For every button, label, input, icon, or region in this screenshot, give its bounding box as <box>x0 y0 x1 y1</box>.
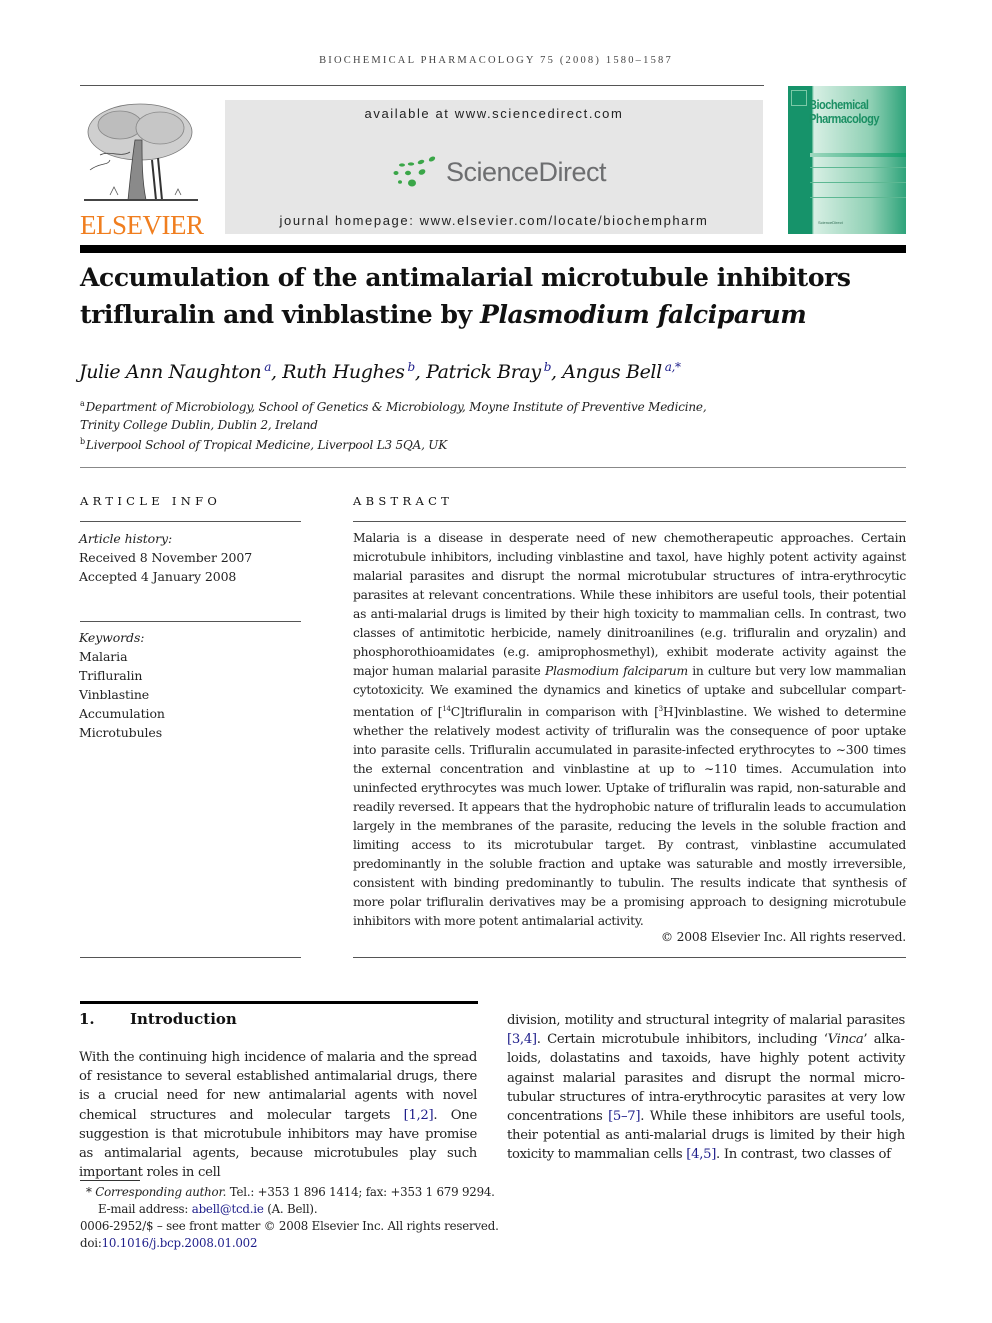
cover-bar <box>810 153 906 157</box>
running-head: BIOCHEMICAL PHARMACOLOGY 75 (2008) 1580–… <box>319 55 673 66</box>
footnote-rule <box>80 1180 140 1181</box>
body-text: . Certain microtubule inhibitors, includ… <box>536 1032 828 1048</box>
abstract-bottom-rule <box>353 957 906 958</box>
author-affiliation-mark[interactable]: a <box>264 360 271 374</box>
keyword: Trifluralin <box>79 668 143 683</box>
elsevier-wordmark: ELSEVIER <box>80 210 204 240</box>
citation-link[interactable]: [1,2] <box>404 1108 434 1123</box>
abstract-heading: ABSTRACT <box>353 494 454 508</box>
cover-footer: ScienceDirect <box>818 220 843 225</box>
title-line2: trifluralin and vinblastine by Plasmodiu… <box>80 300 807 329</box>
accepted-date: Accepted 4 January 2008 <box>79 569 237 584</box>
intro-column-left: With the continuing high incidence of ma… <box>79 1048 477 1182</box>
cover-publisher-icon <box>791 90 807 106</box>
sciencedirect-logo[interactable]: ScienceDirect <box>390 152 607 192</box>
body-text: . In contrast, two classes of <box>716 1147 891 1163</box>
citation-link[interactable]: [3,4] <box>507 1032 537 1047</box>
cover-line <box>810 197 906 198</box>
section-heading: 1. Introduction <box>79 1010 237 1028</box>
cover-title: Biochemical Pharmacology <box>809 97 880 126</box>
cover-title-line1: Biochemical <box>809 97 869 112</box>
author[interactable]: Julie Ann Naughton <box>79 361 262 383</box>
article-title: Accumulation of the antimalarial microtu… <box>80 259 910 333</box>
citation-link[interactable]: [4,5] <box>686 1147 716 1162</box>
header-thick-rule <box>80 245 906 253</box>
affiliation-b: bLiverpool School of Tropical Medicine, … <box>80 437 447 452</box>
doi-note: doi:10.1016/j.bcp.2008.01.002 <box>80 1236 258 1250</box>
body-text: division, motility and structural integr… <box>507 1013 905 1028</box>
author[interactable]: Patrick Bray <box>426 361 541 383</box>
section-title: Introduction <box>130 1010 237 1028</box>
species-name: Plasmodium falciparum <box>480 300 807 329</box>
author-affiliation-mark[interactable]: b <box>408 360 416 374</box>
keywords-list: Keywords: Malaria Trifluralin Vinblastin… <box>79 628 165 742</box>
journal-homepage-link[interactable]: journal homepage: www.elsevier.com/locat… <box>225 213 763 228</box>
intro-column-right: division, motility and structural integr… <box>507 1011 905 1165</box>
citation-link[interactable]: [5–7] <box>608 1109 640 1124</box>
author-affiliation-mark[interactable]: a,* <box>665 360 681 374</box>
keywords-label: Keywords: <box>79 630 145 645</box>
front-matter-note: 0006-2952/$ – see front matter © 2008 El… <box>80 1219 499 1233</box>
article-info-rule <box>80 521 301 522</box>
author-list: Julie Ann Naughton a, Ruth Hughes b, Patri… <box>79 360 681 383</box>
article-history: Article history: Received 8 November 200… <box>79 529 252 586</box>
species-name: Plasmodium falciparum <box>544 664 688 678</box>
section-rule <box>80 1001 478 1004</box>
author[interactable]: Angus Bell <box>562 361 662 383</box>
article-info-bottom-rule <box>80 957 301 958</box>
email-link[interactable]: abell@tcd.ie <box>192 1202 264 1216</box>
keyword: Microtubules <box>79 725 163 740</box>
affiliation-a-line2: Trinity College Dublin, Dublin 2, Irelan… <box>80 418 318 432</box>
available-at-link[interactable]: available at www.sciencedirect.com <box>225 106 763 121</box>
author[interactable]: Ruth Hughes <box>282 361 405 383</box>
sciencedirect-dots-icon <box>393 156 436 187</box>
abstract-rule <box>353 521 906 522</box>
title-line1: Accumulation of the antimalarial microtu… <box>80 263 851 292</box>
received-date: Received 8 November 2007 <box>79 550 253 565</box>
author-affiliation-mark[interactable]: b <box>544 360 552 374</box>
italic-term: Vinca <box>827 1032 864 1048</box>
cover-line <box>810 182 906 183</box>
elsevier-tree-icon <box>84 103 198 201</box>
article-info-heading: ARTICLE INFO <box>80 494 222 508</box>
sciencedirect-wordmark: ScienceDirect <box>446 156 607 187</box>
affiliation-a: aDepartment of Microbiology, School of G… <box>80 399 707 414</box>
history-label: Article history: <box>79 531 173 546</box>
cover-title-line2: Pharmacology <box>809 111 880 126</box>
cover-line <box>810 167 906 168</box>
journal-cover: Biochemical Pharmacology ScienceDirect <box>788 86 906 234</box>
doi-link[interactable]: 10.1016/j.bcp.2008.01.002 <box>102 1236 258 1250</box>
affiliation-rule <box>80 467 906 468</box>
keyword: Accumulation <box>79 706 165 721</box>
header-rule <box>80 85 764 86</box>
keywords-rule <box>80 621 301 622</box>
section-number: 1. <box>79 1010 95 1028</box>
corresponding-author-note: * Corresponding author. Tel.: +353 1 896… <box>86 1185 495 1199</box>
keyword: Malaria <box>79 649 128 664</box>
abstract-body: Malaria is a disease in desperate need o… <box>353 531 907 928</box>
keyword: Vinblastine <box>79 687 150 702</box>
abstract-copyright: © 2008 Elsevier Inc. All rights reserved… <box>660 930 906 944</box>
email-note: E-mail address: abell@tcd.ie (A. Bell). <box>98 1202 318 1216</box>
